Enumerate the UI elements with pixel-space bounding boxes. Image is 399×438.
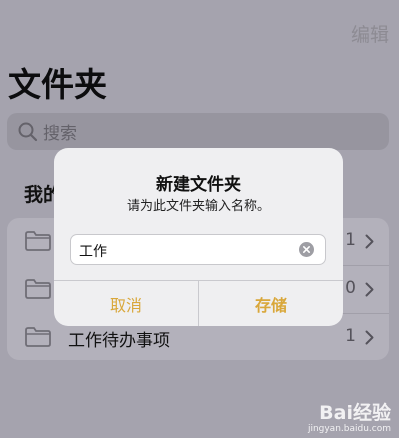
- page-title: 文件夹: [8, 65, 107, 104]
- edit-button[interactable]: 编辑: [351, 20, 389, 47]
- chevron-right-icon: [365, 234, 374, 249]
- search-icon: [18, 122, 38, 141]
- watermark-logo: Bai经验: [319, 402, 391, 424]
- folder-name-field[interactable]: 工作: [70, 234, 326, 265]
- folder-count: 0: [345, 278, 356, 298]
- dialog-message: 请为此文件夹输入名称。: [126, 199, 270, 214]
- watermark-url: jingyan.baidu.com: [307, 424, 391, 434]
- folder-name: 工作待办事项: [68, 331, 170, 351]
- folder-icon: [25, 279, 51, 299]
- cancel-button[interactable]: 取消: [54, 281, 198, 326]
- folder-icon: [25, 231, 51, 251]
- clear-icon[interactable]: [299, 242, 314, 257]
- chevron-right-icon: [365, 330, 374, 345]
- folder-count: 1: [345, 326, 356, 346]
- folder-icon: [25, 327, 51, 347]
- new-folder-dialog: 新建文件夹 请为此文件夹输入名称。 工作 取消 存储: [54, 148, 343, 326]
- save-button[interactable]: 存储: [199, 281, 343, 326]
- chevron-right-icon: [365, 282, 374, 297]
- folder-count: 1: [345, 230, 356, 250]
- search-input[interactable]: 搜索: [43, 119, 77, 144]
- search-bar[interactable]: 搜索: [7, 113, 389, 150]
- baidu-jingyan-watermark: Bai经验 jingyan.baidu.com: [308, 398, 391, 434]
- dialog-title: 新建文件夹: [156, 175, 241, 195]
- folder-name-input[interactable]: 工作: [79, 241, 107, 261]
